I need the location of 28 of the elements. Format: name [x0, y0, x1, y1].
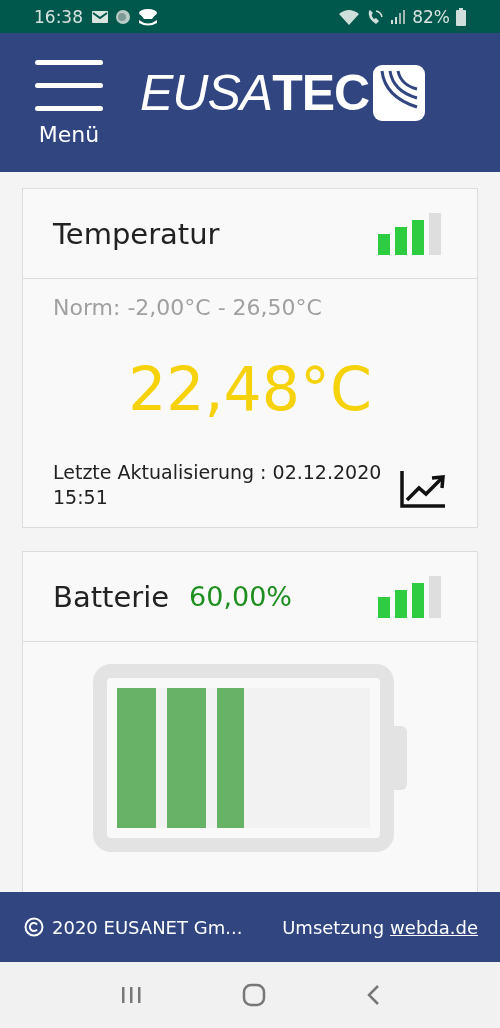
battery-percent: 82% — [412, 6, 450, 27]
signal-icon — [390, 8, 407, 25]
last-update: Letzte Aktualisierung : 02.12.2020 15:51 — [53, 460, 383, 510]
wifi-icon — [338, 8, 361, 25]
temperature-value: 22,48°C — [127, 354, 373, 424]
recent-apps-icon — [120, 985, 142, 1005]
status-time: 16:38 — [34, 6, 83, 27]
menu-button[interactable]: Menü — [34, 59, 104, 146]
norm-range: Norm: -2,00°C - 26,50°C — [53, 295, 323, 320]
copyright-text: 2020 EUSANET Gm... — [52, 916, 243, 938]
logo-icon — [373, 64, 426, 121]
battery-icon — [456, 7, 466, 26]
battery-value: 60,00% — [189, 581, 293, 613]
chart-icon — [399, 469, 447, 510]
chart-button[interactable] — [399, 469, 447, 510]
credit-link[interactable]: webda.de — [390, 916, 478, 938]
home-icon — [242, 983, 266, 1007]
card-title: Temperatur — [53, 216, 220, 251]
call-icon — [366, 8, 385, 25]
back-icon — [366, 984, 380, 1006]
menu-icon — [34, 59, 104, 112]
app-icon — [115, 7, 131, 26]
card-title: Batterie — [53, 579, 170, 614]
logo-text: EUSATEC — [140, 63, 370, 122]
credit-text: Umsetzung — [282, 916, 385, 938]
app-icon — [137, 7, 159, 26]
mail-icon — [91, 9, 109, 24]
copyright-icon — [24, 917, 44, 937]
